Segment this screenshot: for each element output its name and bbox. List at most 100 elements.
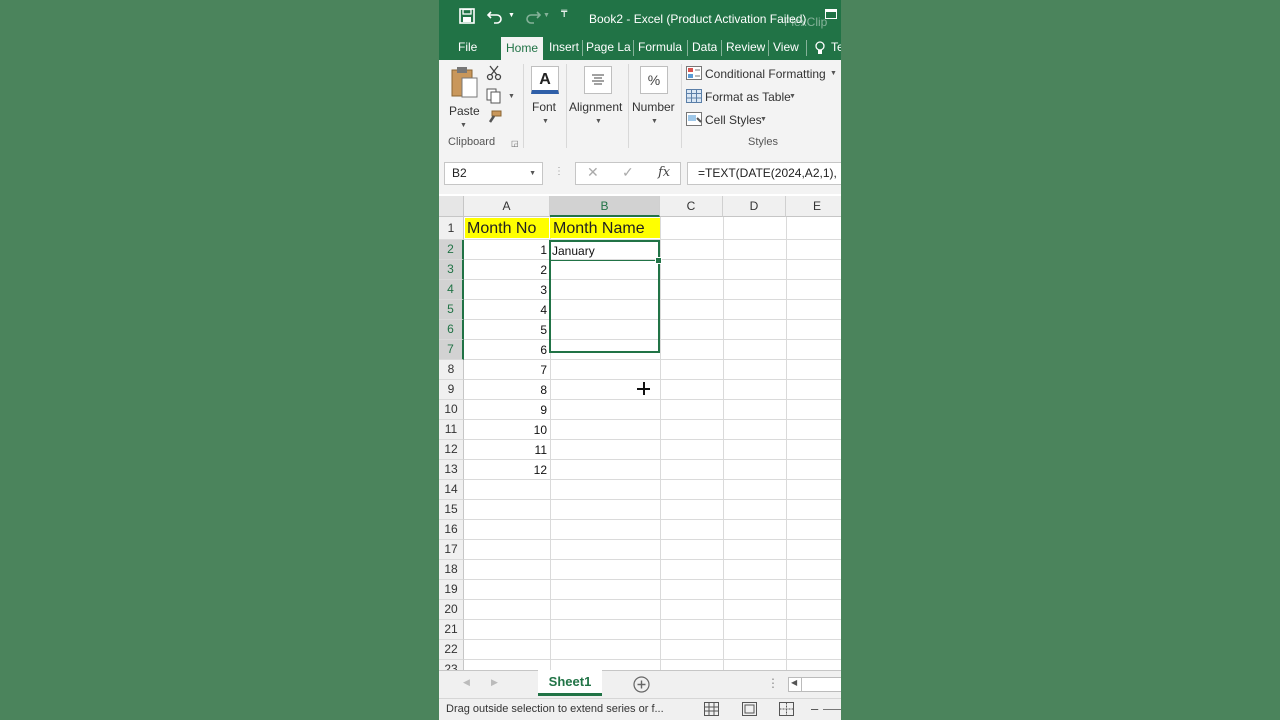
- copy-dropdown-icon[interactable]: ▼: [508, 93, 515, 100]
- row-header-22[interactable]: 22: [439, 640, 464, 660]
- normal-view-icon[interactable]: [704, 702, 719, 720]
- font-button[interactable]: A Font ▼: [529, 64, 561, 128]
- undo-icon[interactable]: [486, 8, 505, 28]
- copy-icon[interactable]: [486, 88, 502, 109]
- row-header-6[interactable]: 6: [439, 320, 464, 340]
- column-header-a[interactable]: A: [464, 196, 550, 217]
- row-header-16[interactable]: 16: [439, 520, 464, 540]
- cell-a12[interactable]: 11: [465, 440, 550, 460]
- confirm-entry-icon[interactable]: ✓: [622, 164, 634, 181]
- format-as-table-dropdown-icon: ▼: [789, 93, 796, 100]
- tab-tell-me[interactable]: Te: [831, 36, 841, 60]
- format-painter-icon[interactable]: [486, 110, 502, 131]
- row-header-1[interactable]: 1: [439, 217, 464, 240]
- tab-review[interactable]: Review: [726, 36, 765, 60]
- save-icon[interactable]: [459, 8, 475, 28]
- sheet-tab-sheet1[interactable]: Sheet1: [538, 670, 602, 696]
- row-header-19[interactable]: 19: [439, 580, 464, 600]
- tab-file[interactable]: File: [458, 36, 477, 60]
- number-button[interactable]: % Number ▼: [632, 64, 678, 128]
- cell-a13[interactable]: 12: [465, 460, 550, 480]
- cell-a9[interactable]: 8: [465, 380, 550, 400]
- clipboard-launcher-icon[interactable]: ◲: [511, 139, 519, 148]
- cell-a2[interactable]: 1: [465, 240, 550, 260]
- row-header-7[interactable]: 7: [439, 340, 464, 360]
- cell-a3[interactable]: 2: [465, 260, 550, 280]
- scroll-left-arrow-icon[interactable]: ◀: [791, 678, 797, 687]
- tab-page-layout[interactable]: Page Lay: [586, 36, 631, 60]
- horizontal-scrollbar[interactable]: ◀: [788, 677, 841, 692]
- ribbon-display-icon[interactable]: [825, 9, 837, 19]
- sheet-scroll-right-icon[interactable]: ▶: [491, 677, 498, 688]
- zoom-slider[interactable]: [823, 709, 841, 710]
- customize-toolbar-icon[interactable]: ₸: [561, 9, 567, 20]
- cell-a1[interactable]: Month No: [465, 218, 549, 238]
- tab-view[interactable]: View: [773, 36, 799, 60]
- paste-button[interactable]: Paste ▼: [449, 64, 481, 129]
- redo-dropdown-icon[interactable]: ▼: [543, 12, 550, 19]
- undo-dropdown-icon[interactable]: ▼: [508, 12, 515, 19]
- row-header-14[interactable]: 14: [439, 480, 464, 500]
- row-header-10[interactable]: 10: [439, 400, 464, 420]
- number-label: Number: [632, 100, 675, 114]
- cell-a10[interactable]: 9: [465, 400, 550, 420]
- row-header-5[interactable]: 5: [439, 300, 464, 320]
- tab-divider: [633, 40, 634, 56]
- tell-me-lightbulb-icon[interactable]: [815, 36, 825, 60]
- watermark-text: FlexClip: [784, 15, 828, 29]
- tab-divider: [768, 40, 769, 56]
- row-header-4[interactable]: 4: [439, 280, 464, 300]
- alignment-label: Alignment: [569, 100, 623, 114]
- column-header-d[interactable]: D: [723, 196, 786, 217]
- row-header-21[interactable]: 21: [439, 620, 464, 640]
- percent-icon: %: [640, 66, 668, 94]
- new-sheet-icon[interactable]: [633, 676, 650, 698]
- redo-icon[interactable]: [523, 8, 542, 28]
- name-box-dropdown-icon[interactable]: ▼: [529, 163, 536, 184]
- cell-a8[interactable]: 7: [465, 360, 550, 380]
- page-layout-view-icon[interactable]: [742, 702, 757, 720]
- row-header-3[interactable]: 3: [439, 260, 464, 280]
- select-all-corner[interactable]: [439, 196, 464, 217]
- cell-a6[interactable]: 5: [465, 320, 550, 340]
- zoom-out-icon[interactable]: –: [811, 701, 818, 716]
- row-header-13[interactable]: 13: [439, 460, 464, 480]
- tab-insert[interactable]: Insert: [549, 36, 579, 60]
- tab-home[interactable]: Home: [501, 37, 543, 60]
- alignment-button[interactable]: Alignment ▼: [569, 64, 629, 128]
- tab-split-grip-icon[interactable]: ⋮: [767, 676, 779, 690]
- format-as-table-button[interactable]: Format as Table ▼: [686, 88, 801, 106]
- cut-icon[interactable]: [486, 65, 502, 86]
- tab-data[interactable]: Data: [692, 36, 717, 60]
- cell-a5[interactable]: 4: [465, 300, 550, 320]
- worksheet-grid[interactable]: A B C D E 1 2 3 4 5 6 7 8 9 10 11 12 13 14 15 16 17 18 19 2…: [439, 196, 841, 670]
- row-header-20[interactable]: 20: [439, 600, 464, 620]
- column-header-c[interactable]: C: [660, 196, 723, 217]
- cell-a4[interactable]: 3: [465, 280, 550, 300]
- selection-range-b2-b7[interactable]: [549, 240, 660, 353]
- cell-a11[interactable]: 10: [465, 420, 550, 440]
- formula-input[interactable]: =TEXT(DATE(2024,A2,1),: [687, 162, 841, 185]
- conditional-formatting-button[interactable]: Conditional Formatting ▼: [686, 65, 838, 83]
- name-box[interactable]: B2 ▼: [444, 162, 543, 185]
- tab-formulas[interactable]: Formula: [638, 36, 682, 60]
- sheet-scroll-left-icon[interactable]: ◀: [463, 677, 470, 688]
- cancel-entry-icon[interactable]: ✕: [587, 164, 599, 181]
- row-header-2[interactable]: 2: [439, 240, 464, 260]
- fill-handle[interactable]: [655, 257, 662, 264]
- row-header-11[interactable]: 11: [439, 420, 464, 440]
- row-header-18[interactable]: 18: [439, 560, 464, 580]
- row-header-15[interactable]: 15: [439, 500, 464, 520]
- insert-function-icon[interactable]: fx: [658, 165, 670, 180]
- column-header-e[interactable]: E: [786, 196, 841, 217]
- cell-b1[interactable]: Month Name: [550, 218, 660, 238]
- cell-a7[interactable]: 6: [465, 340, 550, 360]
- cell-styles-button[interactable]: Cell Styles ▼: [686, 111, 771, 129]
- row-header-9[interactable]: 9: [439, 380, 464, 400]
- row-header-23[interactable]: 23: [439, 660, 464, 670]
- page-break-preview-icon[interactable]: [779, 702, 794, 720]
- row-header-12[interactable]: 12: [439, 440, 464, 460]
- row-header-17[interactable]: 17: [439, 540, 464, 560]
- row-header-8[interactable]: 8: [439, 360, 464, 380]
- column-header-b[interactable]: B: [550, 196, 660, 217]
